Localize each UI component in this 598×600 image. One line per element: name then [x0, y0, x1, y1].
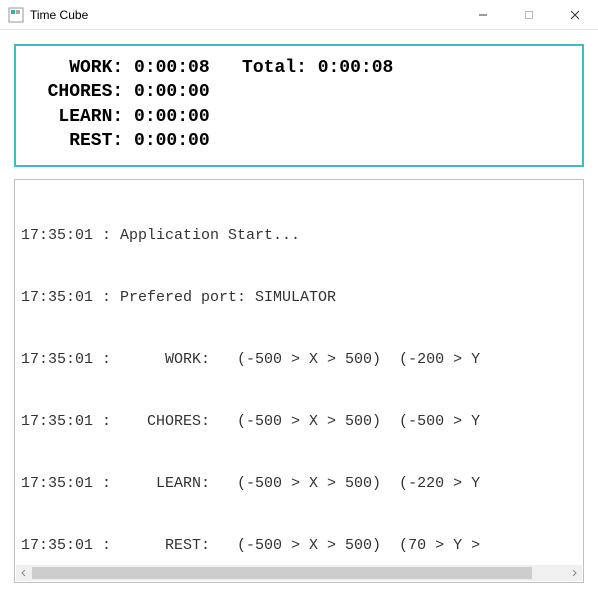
learn-label: LEARN: — [26, 107, 134, 127]
log-line: 17:35:01 : Prefered port: SIMULATOR — [21, 288, 577, 309]
window-title: Time Cube — [30, 8, 88, 22]
scroll-left-arrow-icon[interactable] — [16, 565, 32, 581]
rest-value: 0:00:00 — [134, 131, 210, 151]
chores-label: CHORES: — [26, 82, 134, 102]
log-output: 17:35:01 : Application Start... 17:35:01… — [15, 180, 583, 564]
total-value: 0:00:08 — [318, 58, 394, 78]
log-line: 17:35:01 : CHORES: (-500 > X > 500) (-50… — [21, 412, 577, 433]
log-line: 17:35:01 : REST: (-500 > X > 500) (70 > … — [21, 536, 577, 557]
timer-chores-row: CHORES: 0:00:00 — [26, 80, 572, 104]
log-line: 17:35:01 : LEARN: (-500 > X > 500) (-220… — [21, 474, 577, 495]
minimize-button[interactable] — [460, 0, 506, 29]
log-panel: 17:35:01 : Application Start... 17:35:01… — [14, 179, 584, 583]
timer-panel: WORK: 0:00:08 Total: 0:00:08 CHORES: 0:0… — [14, 44, 584, 167]
titlebar-buttons — [460, 0, 598, 29]
timer-learn-row: LEARN: 0:00:00 — [26, 105, 572, 129]
horizontal-scrollbar[interactable] — [16, 565, 582, 581]
scroll-right-arrow-icon[interactable] — [566, 565, 582, 581]
content-area: WORK: 0:00:08 Total: 0:00:08 CHORES: 0:0… — [0, 30, 598, 597]
log-line: 17:35:01 : Application Start... — [21, 226, 577, 247]
work-label: WORK: — [26, 58, 134, 78]
total-label: Total: — [210, 58, 318, 78]
work-value: 0:00:08 — [134, 58, 210, 78]
timer-work-row: WORK: 0:00:08 Total: 0:00:08 — [26, 56, 572, 80]
timer-rest-row: REST: 0:00:00 — [26, 129, 572, 153]
scroll-track[interactable] — [32, 566, 566, 580]
maximize-button[interactable] — [506, 0, 552, 29]
log-line: 17:35:01 : WORK: (-500 > X > 500) (-200 … — [21, 350, 577, 371]
scroll-thumb[interactable] — [32, 567, 532, 579]
app-icon — [8, 7, 24, 23]
learn-value: 0:00:00 — [134, 107, 210, 127]
rest-label: REST: — [26, 131, 134, 151]
chores-value: 0:00:00 — [134, 82, 210, 102]
titlebar: Time Cube — [0, 0, 598, 30]
close-button[interactable] — [552, 0, 598, 29]
